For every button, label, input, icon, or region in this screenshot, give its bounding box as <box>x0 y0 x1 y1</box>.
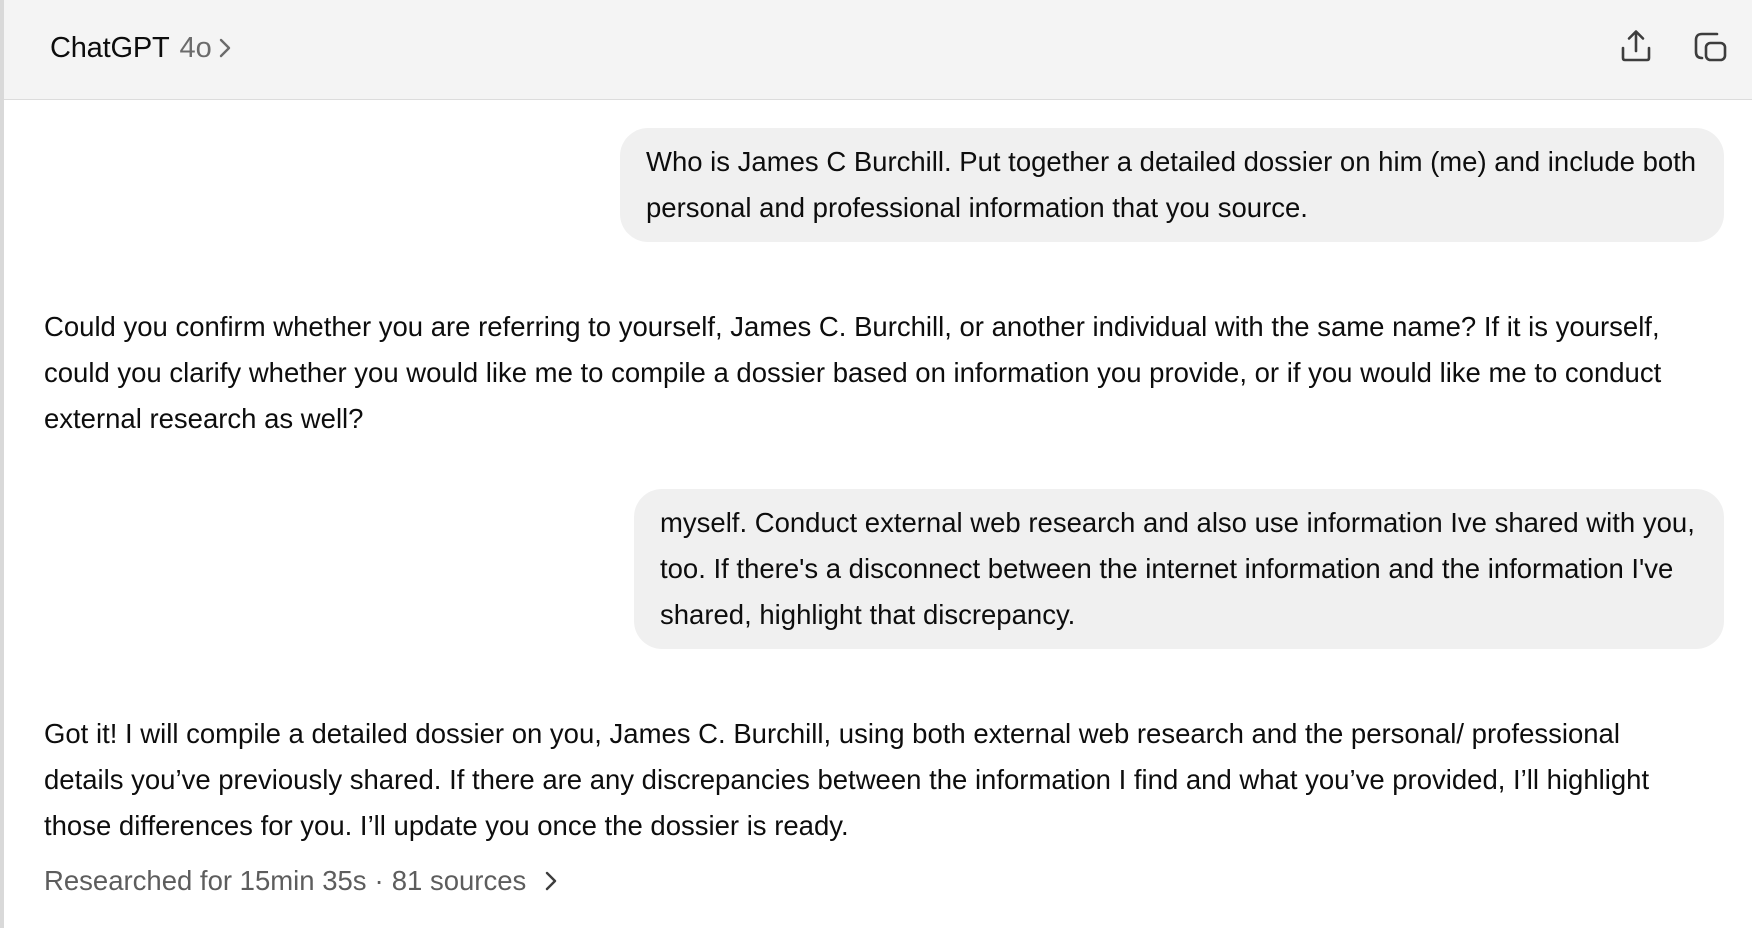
model-switcher[interactable]: ChatGPT 4o <box>50 30 232 66</box>
user-message: myself. Conduct external web research an… <box>634 489 1724 649</box>
share-upload-icon <box>1618 28 1654 69</box>
model-name: 4o <box>179 31 212 64</box>
conversation-thread: Who is James C Burchill. Put together a … <box>4 100 1752 928</box>
assistant-message: Could you confirm whether you are referr… <box>44 311 1662 434</box>
assistant-message: Got it! I will compile a detailed dossie… <box>44 718 1650 841</box>
share-button[interactable] <box>1614 26 1658 70</box>
user-message: Who is James C Burchill. Put together a … <box>620 128 1724 242</box>
research-summary-link[interactable]: Researched for 15min 35s · 81 sources <box>44 857 558 905</box>
separator-dot: · <box>374 865 384 896</box>
research-duration: Researched for 15min 35s <box>44 865 367 896</box>
chevron-right-icon <box>544 869 558 893</box>
chevron-right-icon <box>218 37 232 59</box>
app-name: ChatGPT <box>50 31 170 64</box>
new-window-button[interactable] <box>1688 26 1732 70</box>
new-chat-icon <box>1691 27 1729 70</box>
research-sources-count: 81 sources <box>391 865 527 896</box>
top-bar: ChatGPT 4o <box>4 0 1752 100</box>
